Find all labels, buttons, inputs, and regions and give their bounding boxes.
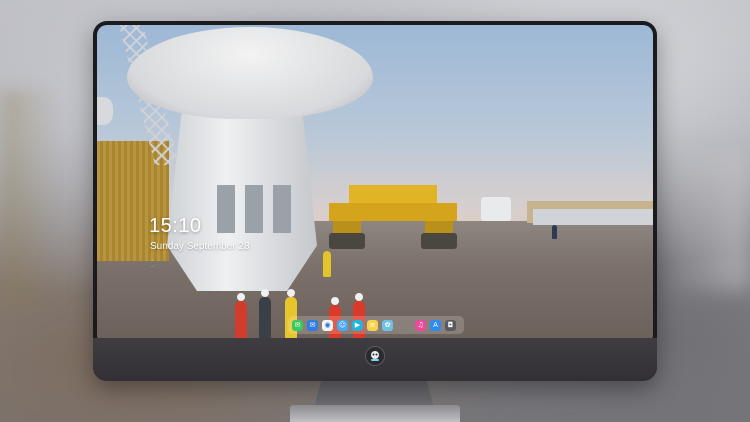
brand-logo-icon (365, 346, 385, 366)
notes-icon[interactable]: ≡ (367, 319, 378, 331)
wallpaper-truck (481, 197, 511, 221)
transporter-wheels (329, 233, 365, 249)
mail-icon[interactable]: ✉ (307, 319, 318, 331)
wallpaper-worker (259, 289, 271, 338)
dock: ✉ ✉ ◉ ☺ ▶ ≡ ✿ ♫ A ◘ (288, 316, 464, 334)
monitor-stand-base (290, 405, 460, 422)
wallpaper-antenna-window (273, 185, 291, 233)
safari-icon[interactable]: ◉ (322, 319, 333, 331)
wallpaper-antenna-window (217, 185, 235, 233)
dock-separator (397, 320, 411, 331)
video-icon[interactable]: ▶ (352, 319, 363, 331)
wallpaper-worker (235, 293, 247, 338)
backdrop-blur-shape (0, 90, 60, 310)
wallpaper-worker (552, 225, 557, 239)
lock-screen-note: ... (151, 257, 155, 262)
transporter-wheels (421, 233, 457, 249)
wallpaper-antenna-window (245, 185, 263, 233)
monitor: 15:10 Sunday September 28 ... ... ✉ ✉ ◉ ☺ ▶ ≡… (93, 21, 657, 381)
app-store-icon[interactable]: A (430, 319, 441, 331)
wallpaper-antenna-dish (127, 27, 373, 119)
music-icon[interactable]: ♫ (415, 319, 426, 331)
monitor-stand-neck (314, 381, 434, 407)
wallpaper-worker (323, 251, 331, 277)
lock-screen-note: ... (151, 263, 155, 268)
camera-icon[interactable]: ◘ (445, 319, 456, 331)
lock-screen-time: 15:10 (149, 215, 202, 237)
screen: 15:10 Sunday September 28 ... ... ✉ ✉ ◉ ☺ ▶ ≡… (97, 25, 653, 338)
monitor-chin (93, 338, 657, 381)
photos-icon[interactable]: ✿ (382, 319, 393, 331)
lock-screen-date: Sunday September 28 (150, 241, 250, 252)
wallpaper-dish-fragment (97, 97, 113, 125)
backdrop-blur-shape (660, 150, 750, 290)
finder-icon[interactable]: ☺ (337, 319, 348, 331)
wallpaper-transporter (329, 185, 457, 249)
wallpaper-building (533, 209, 653, 225)
transporter-deck (329, 203, 457, 221)
messages-icon[interactable]: ✉ (292, 319, 303, 331)
transporter-cab (349, 185, 437, 203)
